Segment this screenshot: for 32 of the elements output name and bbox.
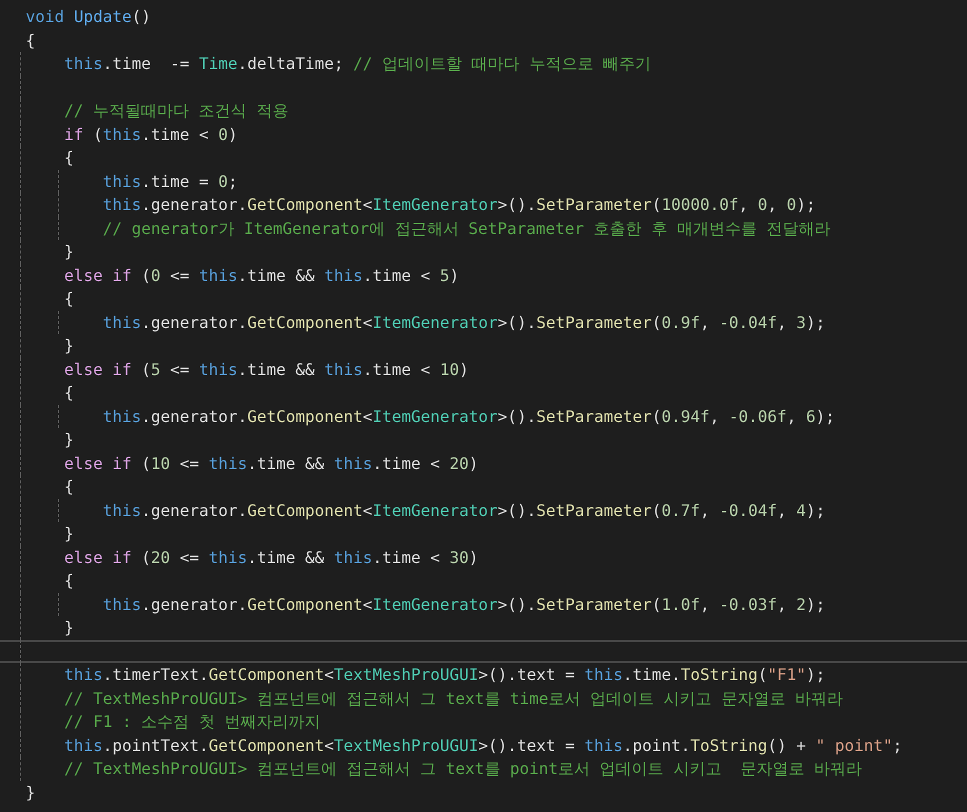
code-line: // TextMeshProUGUI> 컴포넌트에 접근해서 그 text를 point로서 업데이트 시키고 문자열로 바꿔라 [63, 759, 862, 778]
code-line: void Update() [26, 7, 151, 26]
code-line: // generator가 ItemGenerator에 접근해서 SetParameter 호출한 후 매개변수를 전달해라 [102, 218, 831, 238]
code-line: { [63, 383, 74, 402]
code-line: else if (10 <= this.time && this.time < 20) [63, 454, 478, 472]
code-line: this.generator.GetComponent<ItemGenerator>().SetParameter(0.9f, -0.04f, 3); [102, 312, 826, 332]
code-line: else if (0 <= this.time && this.time < 5) [63, 266, 460, 284]
code-line: if (this.time < 0) [63, 124, 238, 144]
code-line: this.generator.GetComponent<ItemGenerator>().SetParameter(0.7f, -0.04f, 4); [102, 500, 826, 520]
code-line: { [63, 289, 74, 308]
code-line: this.generator.GetComponent<ItemGenerator>().SetParameter(10000.0f, 0, 0); [102, 195, 816, 214]
code-line: { [63, 571, 74, 590]
code-line: this.timerText.GetComponent<TextMeshProUGUI>().text = this.time.ToString("F1"); [63, 665, 826, 684]
code-line: } [63, 430, 74, 449]
code-line: this.time = 0; [102, 172, 238, 190]
code-line: this.generator.GetComponent<ItemGenerator>().SetParameter(1.0f, -0.03f, 2); [102, 594, 826, 614]
code-line: { [63, 477, 74, 496]
code-line: this.generator.GetComponent<ItemGenerator>().SetParameter(0.94f, -0.06f, 6); [102, 406, 835, 426]
code-line: } [63, 336, 74, 355]
code-line: } [63, 242, 74, 261]
code-line: else if (20 <= this.time && this.time < 30) [63, 548, 478, 566]
code-line: { [26, 30, 36, 50]
code-line: { [63, 148, 74, 167]
code-line: this.time -= Time.deltaTime; // 업데이트할 때마다 누적으로 빼주기 [63, 54, 651, 73]
code-line: // 누적될때마다 조건식 적용 [63, 101, 288, 120]
code-line: } [63, 524, 74, 543]
code-line: this.pointText.GetComponent<TextMeshProUGUI>().text = this.point.ToString() + " point"; [63, 736, 902, 754]
code-line: else if (5 <= this.time && this.time < 10) [63, 360, 469, 378]
code-line: // F1 : 소수점 첫 번째자리까지 [63, 712, 320, 731]
code-line: // TextMeshProUGUI> 컴포넌트에 접근해서 그 text를 time로서 업데이트 시키고 문자열로 바꿔라 [63, 688, 843, 708]
code-line: } [26, 782, 36, 802]
code-line: } [63, 618, 74, 637]
